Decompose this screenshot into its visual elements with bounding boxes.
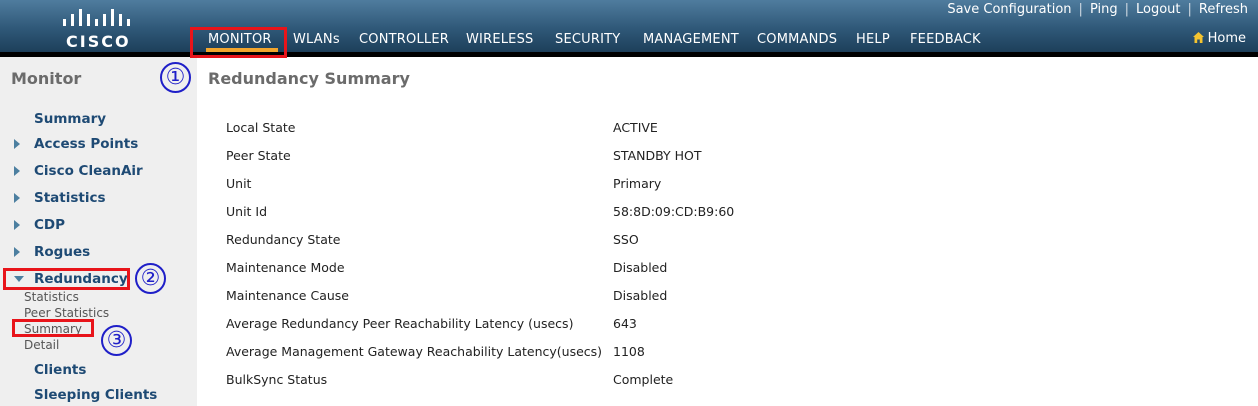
row-value: ACTIVE: [613, 120, 658, 135]
nav-wlans[interactable]: WLANs: [293, 32, 340, 47]
step-number-1: ①: [160, 62, 191, 93]
expand-arrow-icon[interactable]: [14, 220, 20, 230]
expand-arrow-icon[interactable]: [14, 139, 20, 149]
sidebar-item-sleeping-clients[interactable]: Sleeping Clients: [34, 387, 157, 403]
nav-management[interactable]: MANAGEMENT: [643, 32, 739, 47]
row-value: SSO: [613, 232, 639, 247]
header-bar: CISCO Save Configuration | Ping | Logout | Ref…: [0, 0, 1258, 52]
row-label: Unit Id: [226, 204, 268, 219]
row-value: Complete: [613, 372, 674, 387]
nav-wireless[interactable]: WIRELESS: [466, 32, 534, 47]
home-icon: [1192, 32, 1204, 43]
step-number-3: ③: [101, 325, 132, 356]
row-label: Maintenance Cause: [226, 288, 349, 303]
highlight-box-redundancy: [3, 268, 130, 290]
nav-security[interactable]: SECURITY: [555, 32, 620, 47]
sidebar-item-cisco-cleanair[interactable]: Cisco CleanAir: [34, 163, 143, 179]
nav-feedback[interactable]: FEEDBACK: [910, 32, 981, 47]
ping-link[interactable]: Ping: [1090, 2, 1118, 17]
expand-arrow-icon[interactable]: [14, 166, 20, 176]
row-value: 1108: [613, 344, 645, 359]
step-number-2: ②: [135, 263, 166, 294]
row-label: Redundancy State: [226, 232, 341, 247]
home-label: Home: [1207, 31, 1246, 46]
home-link[interactable]: Home: [1192, 31, 1246, 46]
row-value: 58:8D:09:CD:B9:60: [613, 204, 735, 219]
utility-links: Save Configuration | Ping | Logout | Refresh: [947, 2, 1248, 17]
sidebar-item-statistics[interactable]: Statistics: [34, 190, 106, 206]
cisco-bars-icon: [63, 9, 130, 26]
row-label: Maintenance Mode: [226, 260, 345, 275]
row-label: Unit: [226, 176, 252, 191]
row-label: BulkSync Status: [226, 372, 328, 387]
row-label: Peer State: [226, 148, 291, 163]
row-label: Local State: [226, 120, 296, 135]
sidebar-item-rogues[interactable]: Rogues: [34, 244, 90, 260]
sidebar: Monitor Summary Access Points Cisco Clea…: [0, 57, 197, 406]
highlight-box-monitor: [190, 27, 287, 58]
sidebar-subitem-peer-statistics[interactable]: Peer Statistics: [24, 306, 109, 320]
logout-link[interactable]: Logout: [1136, 2, 1181, 17]
nav-controller[interactable]: CONTROLLER: [359, 32, 449, 47]
highlight-box-summary: [12, 319, 94, 337]
sidebar-item-clients[interactable]: Clients: [34, 362, 86, 378]
row-label: Average Redundancy Peer Reachability Lat…: [226, 316, 574, 331]
row-value: 643: [613, 316, 637, 331]
sidebar-item-summary[interactable]: Summary: [34, 111, 106, 127]
nav-commands[interactable]: COMMANDS: [757, 32, 837, 47]
page-title: Redundancy Summary: [208, 69, 410, 88]
row-value: Disabled: [613, 288, 668, 303]
row-label: Average Management Gateway Reachability …: [226, 344, 603, 359]
cisco-logo: CISCO: [60, 6, 140, 51]
sidebar-title: Monitor: [11, 69, 82, 88]
sidebar-subitem-statistics[interactable]: Statistics: [24, 290, 79, 304]
sidebar-item-access-points[interactable]: Access Points: [34, 136, 138, 152]
expand-arrow-icon[interactable]: [14, 193, 20, 203]
expand-arrow-icon[interactable]: [14, 247, 20, 257]
row-value: Disabled: [613, 260, 668, 275]
row-value: Primary: [613, 176, 662, 191]
logo-text: CISCO: [66, 32, 131, 51]
refresh-link[interactable]: Refresh: [1199, 2, 1248, 17]
sidebar-subitem-detail[interactable]: Detail: [24, 338, 59, 352]
save-configuration-link[interactable]: Save Configuration: [947, 2, 1071, 17]
nav-help[interactable]: HELP: [856, 32, 890, 47]
sidebar-item-cdp[interactable]: CDP: [34, 217, 65, 233]
row-value: STANDBY HOT: [613, 148, 702, 163]
